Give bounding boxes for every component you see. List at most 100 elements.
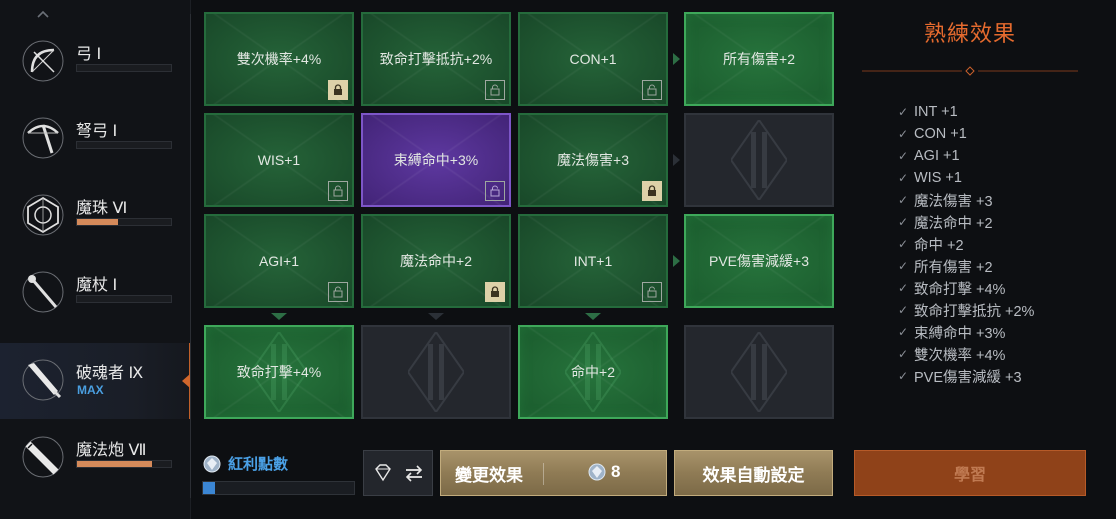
crossbow-icon	[22, 117, 64, 159]
mastery-node[interactable]: CON+1	[518, 12, 668, 106]
change-effect-label: 變更效果	[455, 465, 523, 485]
effects-list: ✓ INT +1 ✓ CON +1 ✓ AGI +1 ✓ WIS +1 ✓ 魔法傷害 +3…	[898, 101, 1034, 387]
lock-icon[interactable]	[485, 181, 505, 201]
effect-item: ✓ PVE傷害減緩 +3	[898, 369, 1022, 386]
connector-arrow-icon	[673, 154, 680, 166]
mastery-node[interactable]: 致命打擊+4%	[204, 325, 354, 419]
node-label: PVE傷害減緩+3	[709, 253, 809, 269]
diamond-icon	[375, 464, 391, 482]
orb-icon	[22, 194, 64, 236]
mastery-node[interactable]: 束縛命中+3%	[361, 113, 511, 207]
weapon-name: 魔杖 Ⅰ	[76, 277, 118, 294]
max-badge: MAX	[77, 383, 104, 397]
weapon-item-soulbreaker[interactable]: 破魂者 Ⅸ MAX	[0, 343, 191, 419]
chevron-up-icon[interactable]	[36, 9, 50, 19]
check-icon: ✓	[898, 127, 909, 141]
weapon-name: 破魂者 Ⅸ	[76, 365, 144, 382]
mastery-node-empty[interactable]	[361, 325, 511, 419]
mastery-node[interactable]: 致命打擊抵抗+2%	[361, 12, 511, 106]
emblem-icon	[408, 332, 464, 412]
gem-icon	[588, 463, 606, 481]
mastery-node[interactable]: AGI+1	[204, 214, 354, 308]
check-icon: ✓	[898, 303, 909, 317]
node-label: WIS+1	[257, 152, 301, 168]
node-label: 束縛命中+3%	[393, 152, 479, 168]
weapon-item-cannon[interactable]: 魔法炮 Ⅶ	[0, 420, 191, 496]
node-label: 魔法命中+2	[400, 253, 472, 269]
cannon-icon	[22, 436, 64, 478]
effect-item: ✓ 魔法命中 +2	[898, 215, 993, 232]
effect-item: ✓ 命中 +2	[898, 237, 964, 254]
button-separator	[543, 463, 544, 485]
mastery-node-empty[interactable]	[684, 325, 834, 419]
learn-button[interactable]: 學習	[854, 450, 1086, 496]
node-label: INT+1	[573, 253, 613, 269]
mastery-node[interactable]: 命中+2	[518, 325, 668, 419]
effect-item: ✓ 魔法傷害 +3	[898, 193, 993, 210]
lock-icon[interactable]	[642, 181, 662, 201]
effect-item: ✓ 所有傷害 +2	[898, 259, 993, 276]
mastery-progress-bar	[76, 141, 172, 149]
swap-button[interactable]	[363, 450, 433, 496]
soulbreaker-icon	[22, 359, 64, 401]
weapon-item-crossbow[interactable]: 弩弓 Ⅰ	[0, 101, 191, 177]
bonus-points-bar	[202, 481, 355, 495]
lock-icon[interactable]	[328, 282, 348, 302]
effect-item: ✓ 致命打擊抵抗 +2%	[898, 303, 1035, 320]
mastery-node[interactable]: 所有傷害+2	[684, 12, 834, 106]
effect-item: ✓ 雙次機率 +4%	[898, 347, 1006, 364]
wand-icon	[22, 271, 64, 313]
swap-arrows-icon	[405, 465, 423, 482]
weapon-item-bow[interactable]: 弓 Ⅰ	[0, 24, 191, 100]
effect-item: ✓ AGI +1	[898, 148, 960, 164]
lock-icon[interactable]	[328, 80, 348, 100]
weapon-name: 弓 Ⅰ	[76, 46, 102, 63]
mastery-node[interactable]: WIS+1	[204, 113, 354, 207]
connector-arrow-icon	[673, 53, 680, 65]
mastery-node[interactable]: INT+1	[518, 214, 668, 308]
change-effect-button[interactable]: 變更效果 8	[440, 450, 667, 496]
weapon-item-orb[interactable]: 魔珠 Ⅵ	[0, 178, 191, 254]
weapon-name: 魔法炮 Ⅶ	[76, 442, 147, 459]
auto-set-label: 效果自動設定	[702, 465, 805, 485]
lock-icon[interactable]	[485, 80, 505, 100]
weapon-item-wand[interactable]: 魔杖 Ⅰ	[0, 255, 191, 331]
effect-item: ✓ WIS +1	[898, 170, 962, 186]
check-icon: ✓	[898, 369, 909, 383]
check-icon: ✓	[898, 193, 909, 207]
mastery-node[interactable]: 魔法傷害+3	[518, 113, 668, 207]
effect-item: ✓ CON +1	[898, 126, 967, 142]
emblem-icon	[731, 332, 787, 412]
check-icon: ✓	[898, 105, 909, 119]
learn-label: 學習	[953, 467, 986, 484]
mastery-progress-bar	[76, 460, 172, 468]
lock-icon[interactable]	[485, 282, 505, 302]
auto-set-effect-button[interactable]: 效果自動設定	[674, 450, 833, 496]
bow-icon	[22, 40, 64, 82]
check-icon: ✓	[898, 281, 909, 295]
check-icon: ✓	[898, 325, 909, 339]
node-label: 致命打擊+4%	[236, 364, 322, 380]
node-label: 所有傷害+2	[723, 51, 795, 67]
lock-icon[interactable]	[642, 80, 662, 100]
connector-arrow-icon	[271, 313, 287, 320]
mastery-node-empty[interactable]	[684, 113, 834, 207]
mastery-node[interactable]: PVE傷害減緩+3	[684, 214, 834, 308]
gem-icon	[203, 455, 221, 472]
ornament-divider	[862, 66, 1078, 76]
mastery-node[interactable]: 魔法命中+2	[361, 214, 511, 308]
change-cost-value: 8	[611, 462, 621, 481]
check-icon: ✓	[898, 215, 909, 229]
node-label: 致命打擊抵抗+2%	[379, 51, 493, 67]
effect-item: ✓ INT +1	[898, 104, 958, 120]
weapon-name: 弩弓 Ⅰ	[76, 123, 118, 140]
node-label: 雙次機率+4%	[236, 51, 322, 67]
check-icon: ✓	[898, 237, 909, 251]
lock-icon[interactable]	[328, 181, 348, 201]
mastery-node[interactable]: 雙次機率+4%	[204, 12, 354, 106]
bonus-points: 紅利點數	[202, 453, 288, 474]
selected-indicator-icon	[182, 374, 190, 388]
check-icon: ✓	[898, 149, 909, 163]
lock-icon[interactable]	[642, 282, 662, 302]
connector-arrow-icon	[428, 313, 444, 320]
